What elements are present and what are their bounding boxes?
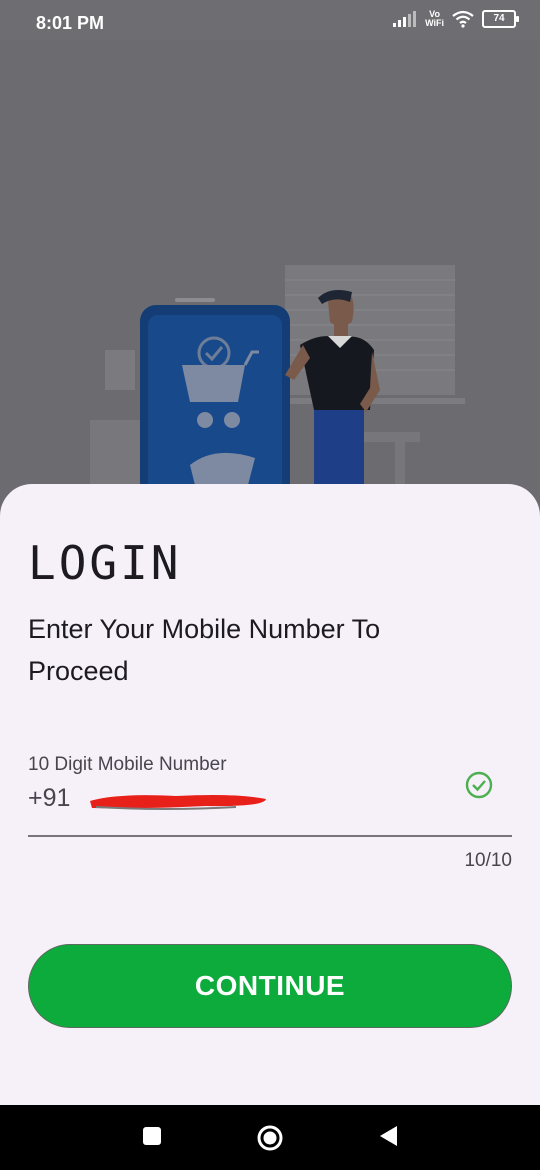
phone-input[interactable]: +91 [28,784,270,813]
status-time: 8:01 PM [36,13,105,33]
continue-button[interactable]: CONTINUE [28,944,512,1028]
circle-icon[interactable] [256,1123,284,1153]
status-icons: Vo WiFi 74 [393,10,519,28]
navigation-bar [0,1105,540,1170]
wifi-icon [452,10,474,28]
status-bar: 8:01 PM Vo WiFi 74 [0,0,540,40]
page-title: LOGIN [28,536,182,590]
phone-field-label: 10 Digit Mobile Number [28,754,227,775]
triangle-back-icon[interactable] [377,1123,399,1149]
login-subtitle: Enter Your Mobile Number To Proceed [28,614,381,686]
signal-icon [393,11,417,27]
square-icon[interactable] [141,1123,163,1149]
vowifi-bottom: WiFi [425,18,444,28]
check-circle-icon [465,771,493,799]
redacted-number [90,794,267,810]
vowifi-indicator: Vo WiFi [425,10,444,28]
country-code-prefix: +91 [28,784,71,812]
phone-field-underline [28,835,512,837]
login-illustration [90,265,465,510]
character-counter: 10/10 [464,850,512,871]
login-sheet: LOGIN Enter Your Mobile Number To Procee… [0,484,540,1105]
battery-icon: 74 [482,10,519,28]
